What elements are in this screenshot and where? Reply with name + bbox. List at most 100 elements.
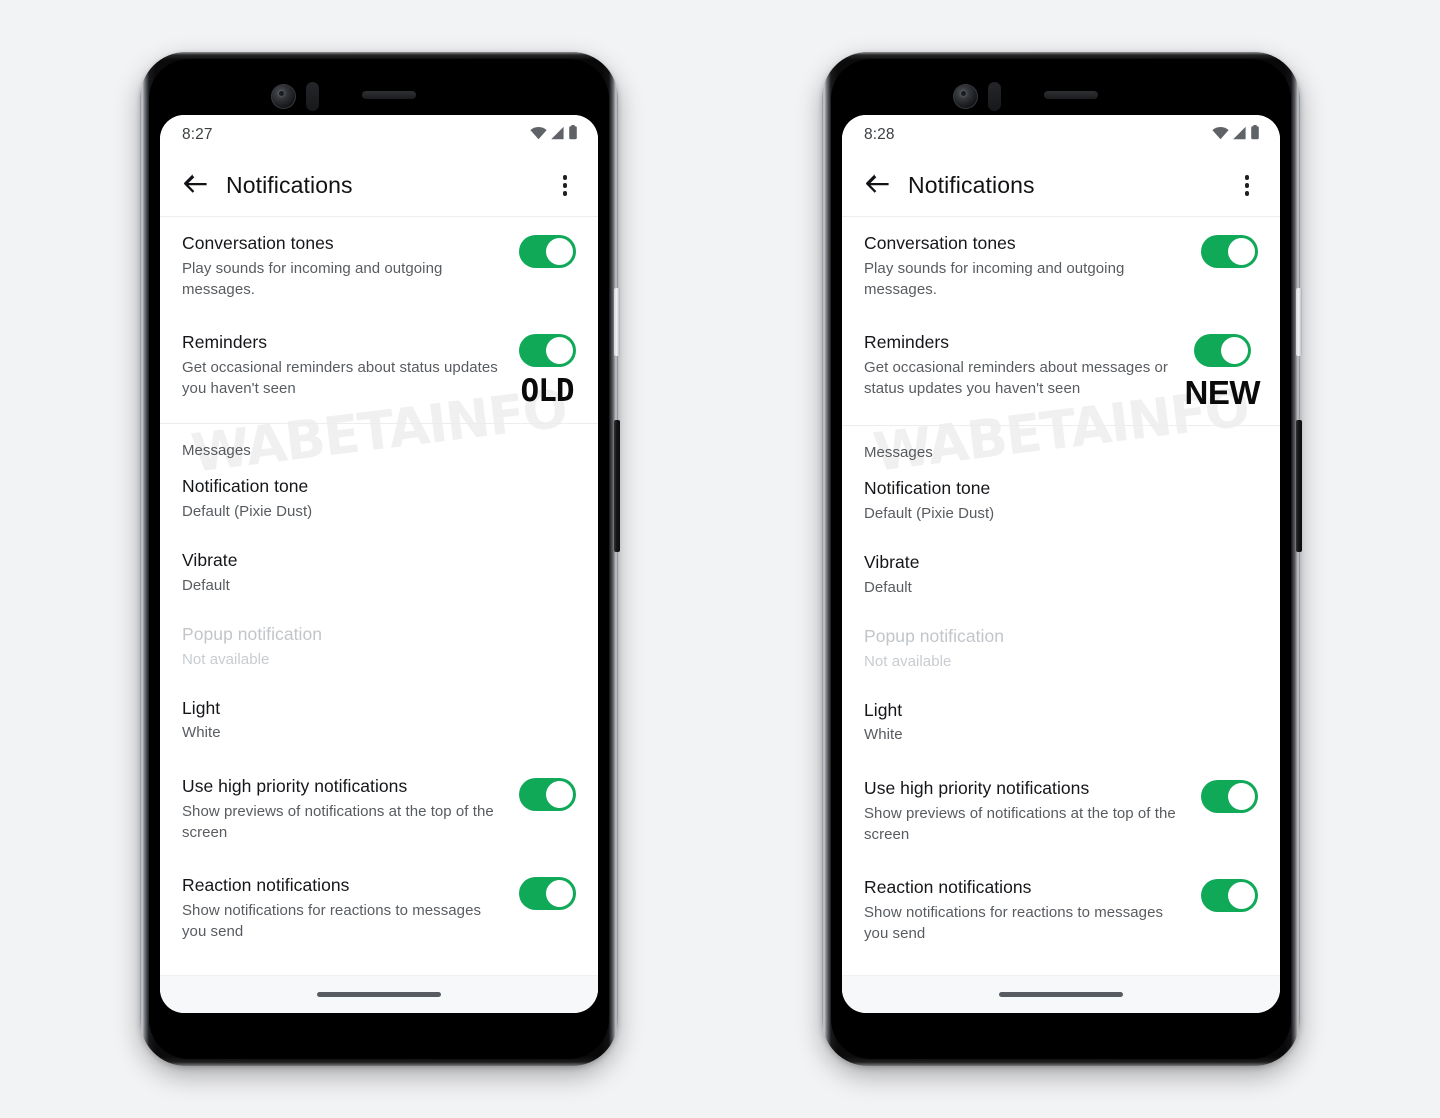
row-text: Reminders Get occasional reminders about … [864,332,1185,399]
row-title-popup-notification: Popup notification [182,623,323,644]
more-options-icon-dot [1244,191,1250,196]
row-text: Use high priority notifications Show prev… [182,776,516,843]
back-arrow-icon [183,173,208,199]
toggle-switch-use-high-priority-notifications[interactable] [518,778,576,812]
row-text: Vibrate Default [182,550,578,596]
row-subtitle-reaction-notifications: Show notifications for reactions to mess… [182,902,482,941]
back-button[interactable] [178,169,212,203]
settings-groups: Conversation tones Play sounds for incomi… [842,217,1280,960]
row-subtitle-use-high-priority-notifications: Show previews of notifications at the to… [864,805,1176,844]
row-text: Conversation tones Play sounds for incomi… [864,233,1198,300]
more-options-button[interactable] [550,169,580,203]
row-title-notification-tone: Notification tone [864,477,991,498]
settings-row-conversation-tones[interactable]: Conversation tones Play sounds for incomi… [842,217,1280,316]
row-text: Use high priority notifications Show prev… [864,778,1198,845]
status-bar: 8:27 [160,115,598,155]
section-label-messages: Messages [864,443,933,461]
row-subtitle-reminders: Get occasional reminders about status up… [182,358,498,397]
row-control [1198,233,1260,268]
more-options-icon-dot [562,183,568,188]
settings-row-popup-notification: Popup notification Not available [160,613,598,687]
toggle-switch-reminders[interactable] [1193,333,1251,367]
toggle-switch-conversation-tones[interactable] [518,235,576,268]
more-options-icon-dot [1244,175,1250,180]
settings-row-conversation-tones[interactable]: Conversation tones Play sounds for incomi… [160,217,598,316]
app-bar: Notifications [160,155,598,217]
row-subtitle-notification-tone: Default (Pixie Dust) [864,504,995,522]
phone-device-new: 8:28 Notifications WABETAINFO Conversati… [822,52,1302,1066]
row-control [516,776,578,812]
earpiece-speaker-icon [362,91,416,99]
phone-screen: 8:27 Notifications WABETAINFO Conversati… [160,115,598,1013]
toggle-switch-reaction-notifications[interactable] [518,877,576,911]
toggle-switch-use-high-priority-notifications[interactable] [1200,780,1258,814]
settings-row-use-high-priority-notifications[interactable]: Use high priority notifications Show prev… [842,762,1280,861]
toggle-switch-reaction-notifications[interactable] [1200,879,1258,913]
settings-row-reminders[interactable]: Reminders Get occasional reminders about … [842,316,1280,425]
phone-device-old: 8:27 Notifications WABETAINFO Conversati… [140,52,620,1066]
settings-row-notification-tone[interactable]: Notification tone Default (Pixie Dust) [160,465,598,539]
home-gesture-pill[interactable] [317,992,441,997]
row-control [516,233,578,268]
settings-row-vibrate[interactable]: Vibrate Default [160,539,598,613]
row-title-reaction-notifications: Reaction notifications [182,875,350,896]
wifi-icon [530,126,547,145]
row-title-use-high-priority-notifications: Use high priority notifications [182,776,408,797]
status-bar-icons [1212,125,1260,145]
row-text: Popup notification Not available [864,626,1260,672]
row-title-reminders: Reminders [182,331,268,352]
row-subtitle-light: White [864,726,903,744]
settings-row-vibrate[interactable]: Vibrate Default [842,541,1280,615]
status-bar-clock: 8:28 [864,126,895,143]
row-control [1198,778,1260,814]
more-options-icon-dot [562,191,568,196]
settings-row-use-high-priority-notifications[interactable]: Use high priority notifications Show prev… [160,760,598,859]
back-button[interactable] [860,169,894,203]
settings-group-1: Messages Notification tone Default (Pixie … [842,424,1280,960]
page-title: Notifications [908,172,1035,198]
more-options-icon-dot [562,175,568,180]
settings-row-reminders[interactable]: Reminders Get occasional reminders about … [160,316,598,423]
front-sensor-cluster [831,79,1291,113]
row-title-conversation-tones: Conversation tones [182,233,334,253]
settings-row-light[interactable]: Light White [160,687,598,761]
toggle-switch-conversation-tones[interactable] [1200,235,1258,268]
battery-icon [1250,125,1260,145]
more-options-button[interactable] [1232,169,1262,203]
home-gesture-pill[interactable] [999,992,1123,997]
power-button[interactable] [614,288,620,356]
settings-row-light[interactable]: Light White [842,689,1280,763]
row-control: NEW [1185,332,1260,409]
settings-row-reaction-notifications[interactable]: Reaction notifications Show notifications… [842,861,1280,960]
settings-row-reaction-notifications[interactable]: Reaction notifications Show notifications… [160,859,598,958]
row-title-vibrate: Vibrate [182,549,238,570]
row-text: Vibrate Default [864,552,1260,598]
volume-rocker-button[interactable] [614,420,620,552]
front-sensor-cluster [149,79,609,113]
row-title-reminders: Reminders [864,331,950,352]
row-title-popup-notification: Popup notification [864,625,1005,646]
phone-comparison-stage: 8:27 Notifications WABETAINFO Conversati… [0,0,1440,1118]
proximity-sensor-icon [306,82,319,111]
phone-display-glass: 8:28 Notifications WABETAINFO Conversati… [831,59,1291,1059]
row-text: Reminders Get occasional reminders about … [182,332,516,399]
settings-row-notification-tone[interactable]: Notification tone Default (Pixie Dust) [842,467,1280,541]
toggle-switch-reminders[interactable] [518,333,576,367]
row-subtitle-use-high-priority-notifications: Show previews of notifications at the to… [182,803,494,842]
power-button[interactable] [1296,288,1302,356]
row-title-notification-tone: Notification tone [182,475,309,496]
signal-icon [550,126,565,145]
phone-screen: 8:28 Notifications WABETAINFO Conversati… [842,115,1280,1013]
status-bar-clock: 8:27 [182,126,213,143]
volume-rocker-button[interactable] [1296,420,1302,552]
row-subtitle-popup-notification: Not available [864,652,952,670]
row-text: Reaction notifications Show notifications… [864,877,1198,944]
row-subtitle-light: White [182,724,221,742]
settings-group-0: Conversation tones Play sounds for incomi… [160,217,598,423]
signal-icon [1232,126,1247,145]
row-title-light: Light [182,697,221,718]
row-title-light: Light [864,699,903,720]
settings-group-0: Conversation tones Play sounds for incomi… [842,217,1280,425]
row-control [516,875,578,911]
settings-list: WABETAINFO Conversation tones Play sounds… [842,217,1280,975]
